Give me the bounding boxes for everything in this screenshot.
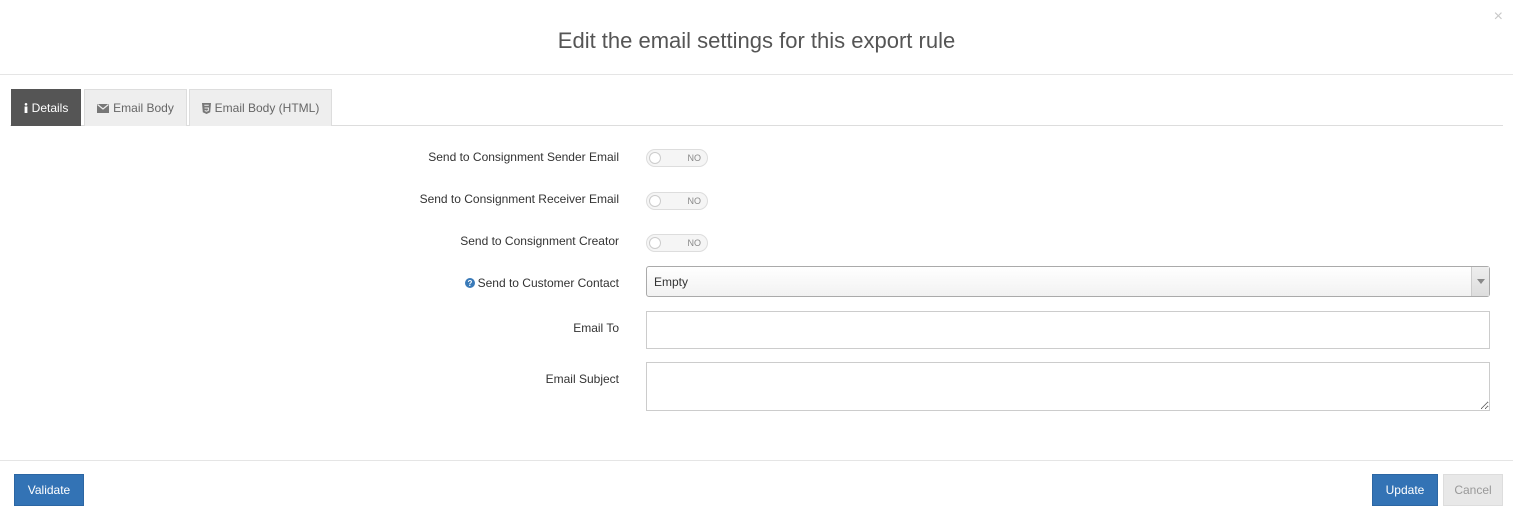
svg-text:?: ? bbox=[467, 279, 472, 288]
receiver-email-toggle[interactable]: NO bbox=[646, 192, 708, 210]
email-to-label: Email To bbox=[573, 321, 619, 335]
envelope-icon bbox=[97, 103, 110, 113]
tab-details[interactable]: Details bbox=[11, 89, 81, 126]
toggle-knob bbox=[649, 152, 661, 164]
sender-email-label: Send to Consignment Sender Email bbox=[428, 150, 619, 164]
close-icon[interactable]: × bbox=[1494, 8, 1503, 26]
tab-email-body[interactable]: Email Body bbox=[84, 89, 187, 126]
validate-button[interactable]: Validate bbox=[14, 474, 84, 506]
tab-details-label: Details bbox=[31, 100, 69, 115]
tab-email-body-html[interactable]: Email Body (HTML) bbox=[189, 89, 332, 126]
toggle-state-text: NO bbox=[687, 153, 702, 163]
toggle-state-text: NO bbox=[687, 196, 702, 206]
creator-toggle[interactable]: NO bbox=[646, 234, 708, 252]
info-icon bbox=[24, 103, 28, 113]
customer-contact-label: Send to Customer Contact bbox=[477, 276, 619, 290]
tab-email-body-label: Email Body bbox=[113, 100, 174, 115]
customer-contact-label-row: ? Send to Customer Contact bbox=[464, 276, 619, 290]
modal-header: Edit the email settings for this export … bbox=[0, 0, 1513, 75]
email-subject-textarea[interactable] bbox=[646, 362, 1490, 411]
tab-bar: Details Email Body Email Body (HTML) bbox=[10, 89, 1503, 126]
creator-label: Send to Consignment Creator bbox=[460, 234, 619, 248]
html5-icon bbox=[201, 102, 211, 114]
cancel-button[interactable]: Cancel bbox=[1443, 474, 1503, 506]
toggle-knob bbox=[649, 237, 661, 249]
email-to-input[interactable] bbox=[646, 311, 1490, 349]
chevron-down-icon[interactable] bbox=[1471, 267, 1489, 296]
receiver-email-label: Send to Consignment Receiver Email bbox=[419, 192, 619, 206]
email-subject-label: Email Subject bbox=[545, 372, 619, 386]
toggle-knob bbox=[649, 195, 661, 207]
modal-title: Edit the email settings for this export … bbox=[557, 28, 956, 53]
toggle-state-text: NO bbox=[687, 238, 702, 248]
update-button[interactable]: Update bbox=[1372, 474, 1438, 506]
sender-email-toggle[interactable]: NO bbox=[646, 149, 708, 167]
modal-footer bbox=[0, 460, 1513, 517]
tab-email-body-html-label: Email Body (HTML) bbox=[214, 100, 320, 115]
customer-contact-value: Empty bbox=[654, 275, 689, 289]
customer-contact-select[interactable]: Empty bbox=[646, 266, 1490, 297]
question-circle-icon[interactable]: ? bbox=[464, 278, 475, 288]
